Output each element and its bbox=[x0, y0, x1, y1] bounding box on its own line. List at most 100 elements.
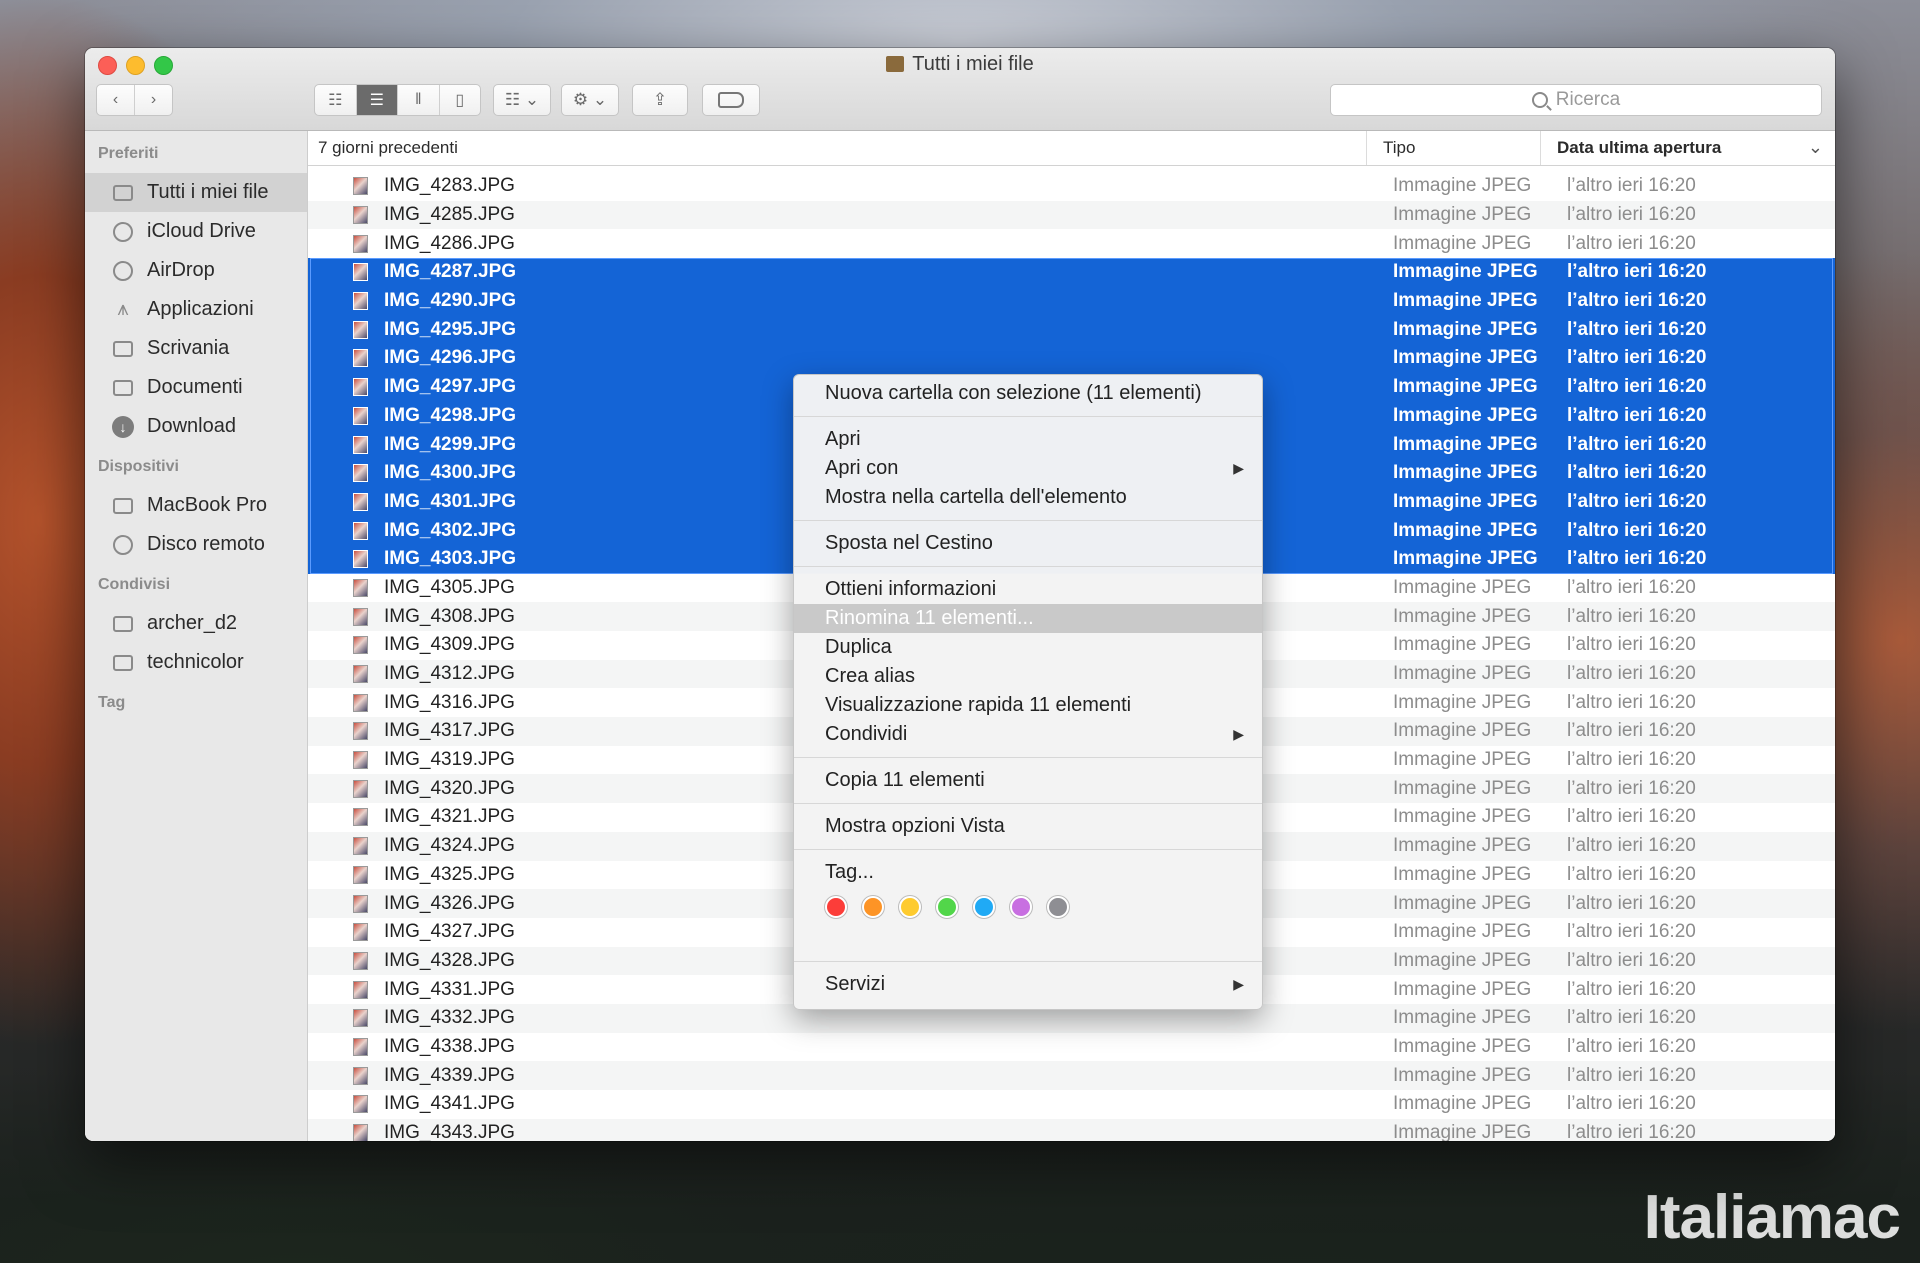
tag-button[interactable] bbox=[702, 84, 760, 116]
sidebar-item-airdrop[interactable]: AirDrop bbox=[85, 251, 307, 290]
file-name: IMG_4338.JPG bbox=[384, 1035, 515, 1057]
file-row[interactable]: IMG_4286.JPG Immagine JPEG l’altro ieri 16… bbox=[308, 229, 1835, 258]
sidebar-item-documenti[interactable]: Documenti bbox=[85, 368, 307, 407]
file-row[interactable]: IMG_4290.JPG Immagine JPEG l’altro ieri 16… bbox=[308, 286, 1835, 316]
sidebar-item-download[interactable]: ↓ Download bbox=[85, 407, 307, 446]
download-icon: ↓ bbox=[112, 415, 134, 438]
menu-open[interactable]: Apri bbox=[794, 425, 1262, 454]
image-file-icon bbox=[353, 234, 368, 253]
file-date: l’altro ieri 16:20 bbox=[1567, 1007, 1696, 1029]
file-kind: Immagine JPEG bbox=[1393, 204, 1532, 226]
file-kind: Immagine JPEG bbox=[1393, 806, 1532, 828]
file-kind: Immagine JPEG bbox=[1393, 1007, 1532, 1029]
menu-quick-look[interactable]: Visualizzazione rapida 11 elementi bbox=[794, 691, 1262, 720]
sidebar-item-scrivania[interactable]: Scrivania bbox=[85, 329, 307, 368]
menu-get-info[interactable]: Ottieni informazioni bbox=[794, 575, 1262, 604]
sidebar-item-label: Tutti i miei file bbox=[147, 181, 269, 203]
action-button[interactable]: ⚙ ⌄ bbox=[561, 84, 619, 116]
file-kind: Immagine JPEG bbox=[1393, 290, 1538, 312]
cover-flow-view-icon[interactable]: ▯ bbox=[440, 85, 481, 115]
file-kind: Immagine JPEG bbox=[1393, 777, 1532, 799]
sidebar-item-macbook-pro[interactable]: MacBook Pro bbox=[85, 486, 307, 525]
sidebar-item-icloud-drive[interactable]: iCloud Drive bbox=[85, 212, 307, 251]
file-row[interactable]: IMG_4341.JPG Immagine JPEG l’altro ieri 16… bbox=[308, 1090, 1835, 1119]
search-input[interactable]: Ricerca bbox=[1330, 84, 1822, 116]
image-file-icon bbox=[353, 292, 368, 311]
menu-move-to-trash[interactable]: Sposta nel Cestino bbox=[794, 529, 1262, 558]
chevron-down-icon[interactable]: ⌄ bbox=[1808, 137, 1823, 158]
tag-color-dot[interactable] bbox=[1047, 896, 1069, 918]
airdrop-icon bbox=[112, 260, 134, 281]
file-row[interactable]: IMG_4285.JPG Immagine JPEG l’altro ieri 16… bbox=[308, 200, 1835, 230]
file-date: l’altro ieri 16:20 bbox=[1567, 691, 1696, 713]
image-file-icon bbox=[353, 1066, 368, 1085]
titlebar: Tutti i miei file ‹ › ☷ ☰ ‖ ▯ ☷ ⌄ ⚙ ⌄ ⇪ … bbox=[85, 48, 1835, 131]
menu-share[interactable]: Condividi ▶ bbox=[794, 720, 1262, 749]
chevron-right-icon[interactable]: › bbox=[135, 85, 172, 115]
image-file-icon bbox=[353, 722, 368, 741]
menu-view-options[interactable]: Mostra opzioni Vista bbox=[794, 812, 1262, 841]
arrange-button[interactable]: ☷ ⌄ bbox=[493, 84, 551, 116]
menu-open-with[interactable]: Apri con ▶ bbox=[794, 454, 1262, 483]
image-file-icon bbox=[353, 636, 368, 655]
tag-color-dot[interactable] bbox=[899, 896, 921, 918]
menu-show-in-folder[interactable]: Mostra nella cartella dell'elemento bbox=[794, 483, 1262, 512]
group-header: 7 giorni precedenti bbox=[318, 138, 458, 157]
menu-duplicate[interactable]: Duplica bbox=[794, 633, 1262, 662]
file-kind: Immagine JPEG bbox=[1393, 433, 1538, 455]
sidebar-item-technicolor[interactable]: technicolor bbox=[85, 643, 307, 682]
tag-color-dot[interactable] bbox=[936, 896, 958, 918]
file-date: l’altro ieri 16:20 bbox=[1567, 605, 1696, 627]
tag-color-dot[interactable] bbox=[1010, 896, 1032, 918]
file-kind: Immagine JPEG bbox=[1393, 863, 1532, 885]
share-button[interactable]: ⇪ bbox=[632, 84, 688, 116]
column-view-icon[interactable]: ‖ bbox=[398, 85, 440, 115]
file-name: IMG_4295.JPG bbox=[384, 318, 517, 340]
sidebar-header-shared: Condivisi bbox=[98, 576, 171, 593]
image-file-icon bbox=[353, 1124, 368, 1141]
image-file-icon bbox=[353, 951, 368, 970]
file-name: IMG_4286.JPG bbox=[384, 232, 515, 254]
menu-services[interactable]: Servizi ▶ bbox=[794, 970, 1262, 999]
file-row[interactable]: IMG_4339.JPG Immagine JPEG l’altro ieri 16… bbox=[308, 1061, 1835, 1090]
file-row[interactable]: IMG_4296.JPG Immagine JPEG l’altro ieri 16… bbox=[308, 344, 1835, 373]
file-row[interactable]: IMG_4338.JPG Immagine JPEG l’altro ieri 16… bbox=[308, 1033, 1835, 1062]
column-date[interactable]: Data ultima apertura bbox=[1540, 131, 1835, 165]
image-file-icon bbox=[353, 607, 368, 626]
applications-icon: ⩚ bbox=[117, 298, 129, 320]
menu-new-folder-selection[interactable]: Nuova cartella con selezione (11 element… bbox=[794, 379, 1262, 408]
watermark: Italiamac bbox=[1643, 1183, 1901, 1252]
sidebar-item-label: technicolor bbox=[147, 651, 244, 673]
sidebar-item-disco-remoto[interactable]: Disco remoto bbox=[85, 525, 307, 564]
file-date: l’altro ieri 16:20 bbox=[1567, 1035, 1696, 1057]
image-file-icon bbox=[353, 751, 368, 770]
file-kind: Immagine JPEG bbox=[1393, 1064, 1532, 1086]
file-name: IMG_4339.JPG bbox=[384, 1064, 515, 1086]
sidebar-item-label: AirDrop bbox=[147, 259, 215, 281]
file-kind: Immagine JPEG bbox=[1393, 261, 1538, 283]
tag-color-dot[interactable] bbox=[862, 896, 884, 918]
file-date: l’altro ieri 16:20 bbox=[1567, 949, 1696, 971]
file-row[interactable]: IMG_4283.JPG Immagine JPEG l’altro ieri 16… bbox=[308, 172, 1835, 201]
menu-separator bbox=[794, 757, 1262, 758]
sidebar-item-tutti-i-miei-file[interactable]: Tutti i miei file bbox=[85, 173, 307, 212]
column-kind[interactable]: Tipo bbox=[1366, 131, 1540, 165]
file-kind: Immagine JPEG bbox=[1393, 1035, 1532, 1057]
image-file-icon bbox=[353, 894, 368, 913]
sidebar-item-applicazioni[interactable]: ⩚ Applicazioni bbox=[85, 290, 307, 329]
tag-color-dot[interactable] bbox=[973, 896, 995, 918]
list-view-icon[interactable]: ☰ bbox=[356, 85, 398, 115]
menu-tags[interactable]: Tag... bbox=[794, 858, 1262, 887]
file-row[interactable]: IMG_4295.JPG Immagine JPEG l’altro ieri 16… bbox=[308, 315, 1835, 345]
chevron-left-icon[interactable]: ‹ bbox=[97, 85, 135, 115]
file-row[interactable]: IMG_4343.JPG Immagine JPEG l’altro ieri 16… bbox=[308, 1118, 1835, 1141]
file-row[interactable]: IMG_4287.JPG Immagine JPEG l’altro ieri 16… bbox=[308, 258, 1835, 287]
file-name: IMG_4332.JPG bbox=[384, 1007, 515, 1029]
menu-copy[interactable]: Copia 11 elementi bbox=[794, 766, 1262, 795]
icon-view-icon[interactable]: ☷ bbox=[315, 85, 357, 115]
tag-color-dot[interactable] bbox=[825, 896, 847, 918]
menu-make-alias[interactable]: Crea alias bbox=[794, 662, 1262, 691]
file-kind: Immagine JPEG bbox=[1393, 548, 1538, 570]
menu-rename[interactable]: Rinomina 11 elementi... bbox=[794, 604, 1262, 633]
sidebar-item-archer-d2[interactable]: archer_d2 bbox=[85, 604, 307, 643]
